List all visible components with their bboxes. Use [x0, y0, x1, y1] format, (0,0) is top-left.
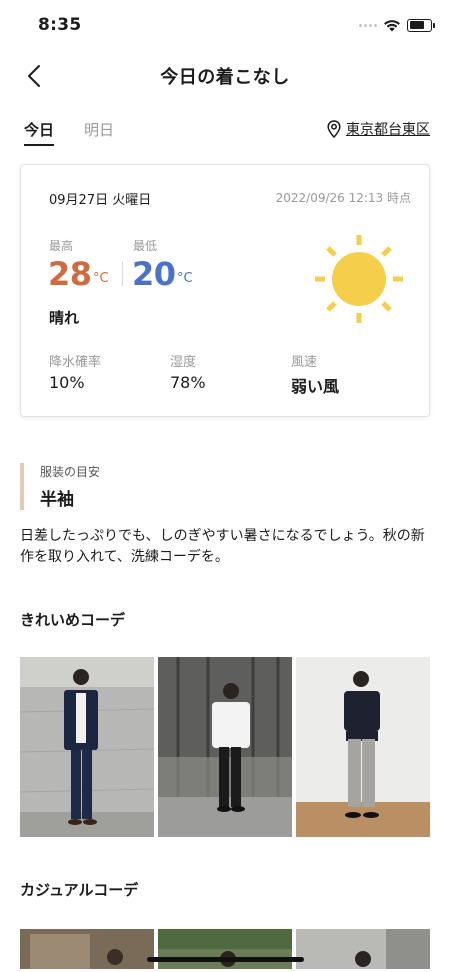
- outfit-photo[interactable]: [158, 929, 292, 969]
- tab-tomorrow[interactable]: 明日: [84, 102, 114, 156]
- location-link[interactable]: 東京都台東区: [327, 119, 430, 139]
- min-temp-value: 20: [132, 255, 176, 293]
- location-pin-icon: [327, 120, 341, 138]
- outfit-photo[interactable]: [20, 657, 154, 837]
- guide-label: 服装の目安: [40, 465, 101, 479]
- forecast-date: 09月27日 火曜日: [49, 193, 152, 208]
- max-temp-unit: °C: [93, 271, 109, 286]
- max-temp-value: 28: [48, 255, 92, 293]
- battery-icon: [407, 18, 435, 32]
- cellular-signal-icon: [359, 23, 377, 27]
- back-button[interactable]: [20, 62, 48, 90]
- min-temp-unit: °C: [177, 271, 193, 286]
- wind-value: 弱い風: [291, 377, 340, 396]
- day-tabs: 今日 明日: [24, 102, 114, 156]
- nav-bar: 今日の着こなし: [0, 50, 450, 102]
- humidity-label: 湿度: [170, 355, 197, 370]
- home-indicator: [147, 957, 304, 962]
- precip-label: 降水確率: [49, 355, 102, 370]
- humidity-value: 78%: [170, 373, 206, 392]
- location-label: 東京都台東区: [346, 122, 430, 138]
- outfit-photo[interactable]: [296, 929, 430, 969]
- forecast-description: 日差したっぷりでも、しのぎやすい暑さになるでしょう。秋の新作を取り入れて、洗練コ…: [20, 528, 425, 565]
- status-time: 8:35: [38, 15, 82, 35]
- wifi-icon: [384, 19, 400, 31]
- chevron-left-icon: [28, 65, 40, 87]
- sun-icon: [315, 235, 403, 323]
- weather-card: 09月27日 火曜日 2022/09/26 12:13 時点 最高 最低 28 …: [20, 164, 430, 417]
- outfit-photo[interactable]: [296, 657, 430, 837]
- max-temp-label: 最高: [49, 239, 74, 253]
- updated-time: 2022/09/26 12:13 時点: [275, 191, 411, 205]
- min-temp-label: 最低: [133, 239, 158, 253]
- tab-today[interactable]: 今日: [24, 102, 55, 156]
- outfit-photo[interactable]: [20, 929, 154, 969]
- outfit-photo[interactable]: [158, 657, 292, 837]
- guide-value: 半袖: [40, 490, 74, 510]
- guide-accent-bar: [20, 463, 24, 510]
- clothing-guide: 服装の目安 半袖: [20, 463, 430, 510]
- kirei-photo-row: [20, 657, 430, 837]
- status-icons: [359, 18, 435, 32]
- day-tabs-row: 今日 明日 東京都台東区: [0, 102, 450, 156]
- page-title: 今日の着こなし: [160, 67, 290, 88]
- weather-condition: 晴れ: [49, 309, 80, 327]
- precip-value: 10%: [49, 373, 85, 392]
- section-title-casual: カジュアルコーデ: [20, 881, 139, 899]
- status-bar: 8:35: [0, 0, 450, 50]
- casual-photo-row: [20, 929, 430, 969]
- wind-label: 風速: [291, 355, 318, 370]
- temp-divider: [122, 262, 123, 286]
- section-title-kirei: きれいめコーデ: [20, 611, 126, 629]
